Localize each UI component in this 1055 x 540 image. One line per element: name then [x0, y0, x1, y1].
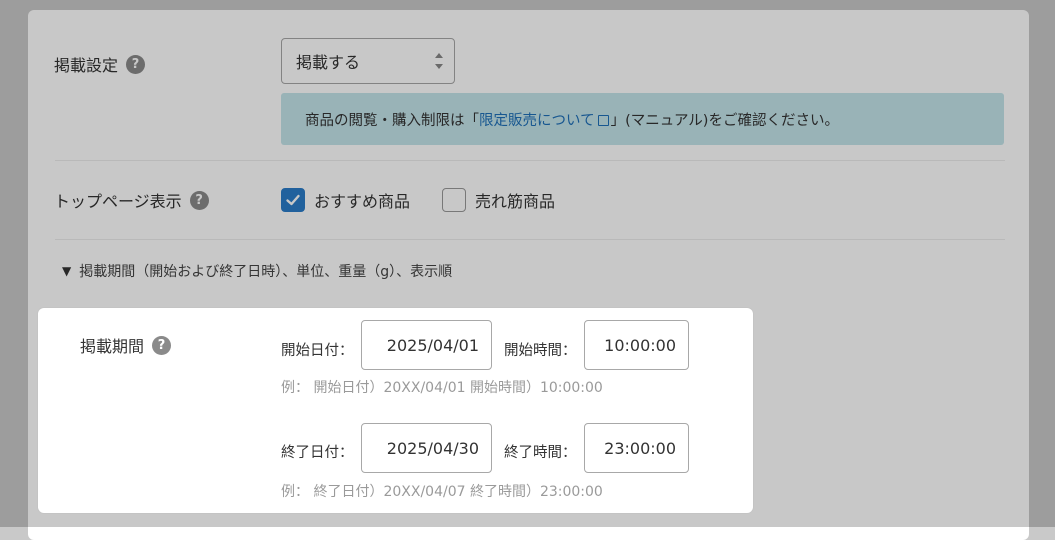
help-icon[interactable]: ? [189, 190, 209, 210]
help-icon[interactable]: ? [126, 54, 146, 74]
divider [55, 160, 1005, 161]
purchase-restriction-notice: 商品の閲覧・購入制限は「 限定販売について 」(マニュアル)をご確認ください。 [281, 93, 1004, 145]
recommended-label: おすすめ商品 [314, 192, 411, 211]
listing-period-card: 掲載期間 ? 開始日付： 開始時間： 例： 開始日付）20XX/04/01 開始… [38, 308, 753, 513]
end-example-hint: 例： 終了日付）20XX/04/07 終了時間）23:00:00 [281, 484, 603, 500]
listing-status-select[interactable]: 掲載する [281, 38, 455, 84]
limited-sales-link[interactable]: 限定販売について [479, 109, 595, 130]
top-page-display-label-text: トップページ表示 [54, 192, 182, 211]
end-date-input[interactable] [361, 423, 492, 473]
listing-status-value: 掲載する [296, 53, 361, 72]
period-disclosure-toggle[interactable]: ▼ 掲載期間（開始および終了日時）、単位、重量（g）、表示順 [62, 261, 452, 281]
listing-setting-label-text: 掲載設定 [54, 56, 119, 75]
end-time-label: 終了時間： [504, 445, 577, 461]
disclosure-label: 掲載期間（開始および終了日時）、単位、重量（g）、表示順 [79, 264, 453, 280]
recommended-checkbox[interactable]: おすすめ商品 [281, 188, 410, 212]
start-example-hint: 例： 開始日付）20XX/04/01 開始時間）10:00:00 [281, 380, 603, 396]
start-date-input[interactable] [361, 320, 492, 370]
divider [55, 239, 1005, 240]
start-date-label: 開始日付： [281, 343, 354, 359]
start-time-input[interactable] [584, 320, 689, 370]
checkbox-unchecked-icon[interactable] [442, 188, 466, 212]
select-arrows-icon [435, 53, 444, 69]
end-time-input[interactable] [584, 423, 689, 473]
bestseller-checkbox[interactable]: 売れ筋商品 [442, 188, 555, 212]
checkbox-checked-icon[interactable] [281, 188, 305, 212]
bestseller-label: 売れ筋商品 [475, 192, 556, 211]
listing-period-label-text: 掲載期間 [80, 337, 145, 356]
end-date-label: 終了日付： [281, 445, 354, 461]
listing-period-label: 掲載期間 ? [80, 333, 172, 357]
notice-prefix: 商品の閲覧・購入制限は「 [305, 112, 479, 129]
notice-suffix: 」(マニュアル)をご確認ください。 [610, 112, 839, 129]
help-icon[interactable]: ? [152, 335, 172, 355]
listing-setting-label: 掲載設定 ? [54, 52, 146, 76]
external-link-icon [597, 114, 609, 126]
top-page-display-label: トップページ表示 ? [54, 188, 209, 212]
start-time-label: 開始時間： [504, 343, 577, 359]
triangle-down-icon: ▼ [62, 264, 72, 278]
